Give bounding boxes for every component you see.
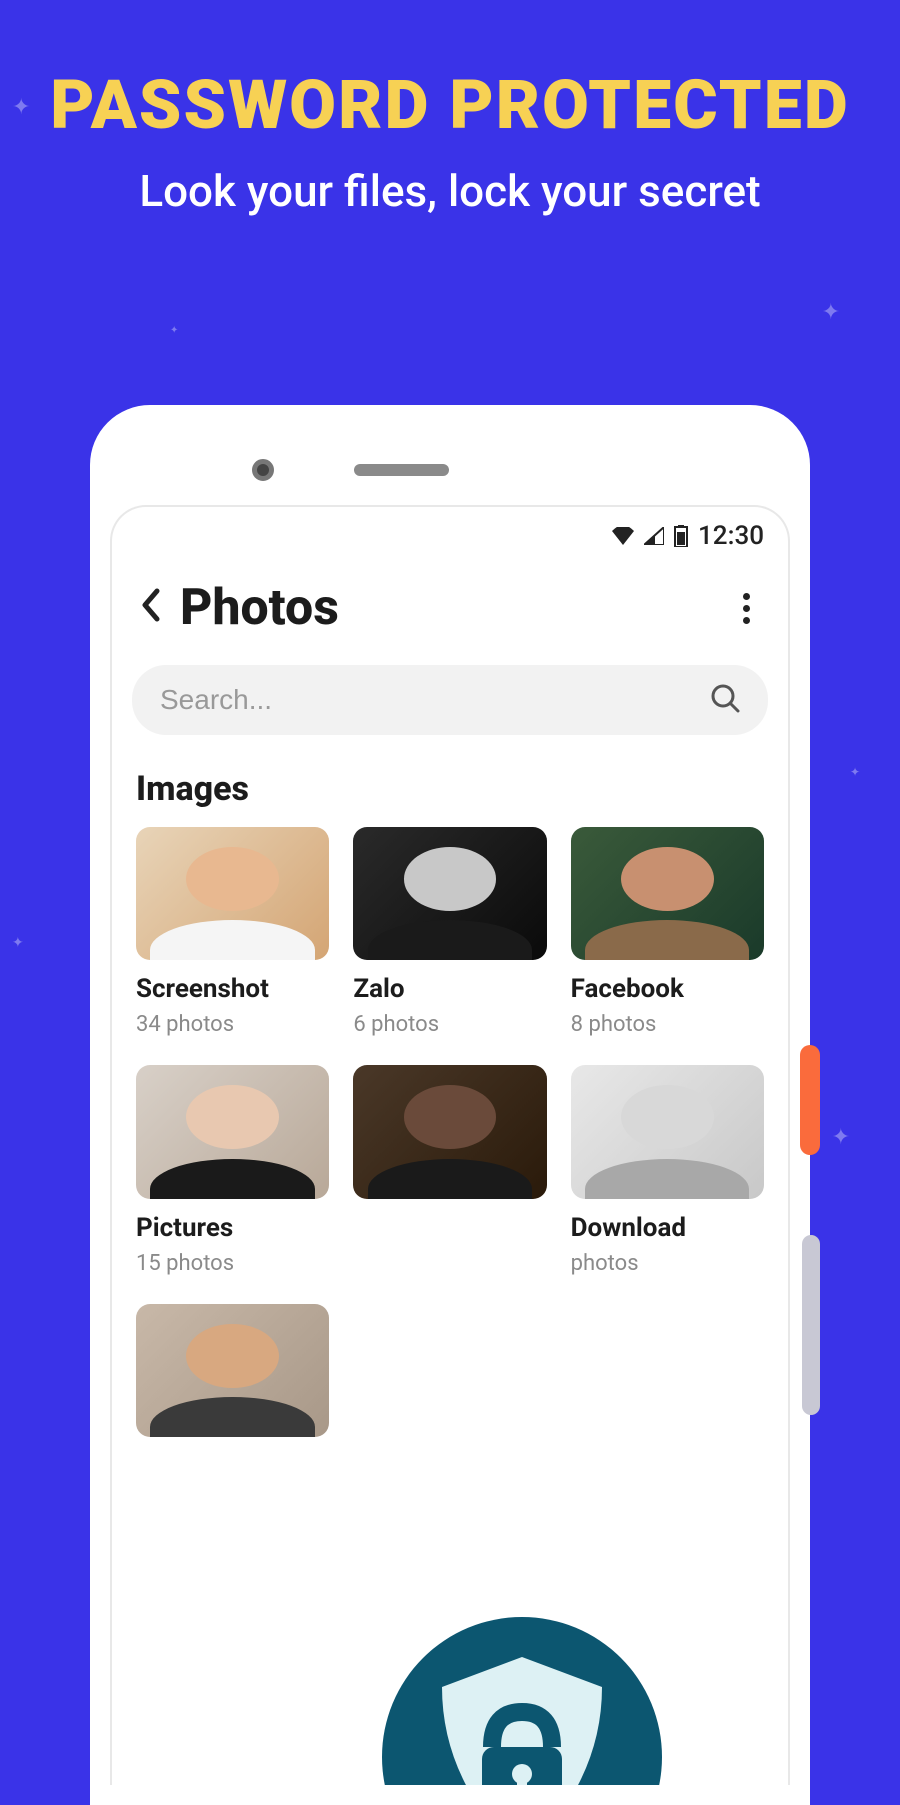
- album-item[interactable]: [353, 1065, 546, 1275]
- person-placeholder: [571, 827, 764, 960]
- album-count: 34 photos: [136, 1012, 329, 1037]
- person-placeholder: [136, 827, 329, 960]
- album-thumbnail: [353, 827, 546, 960]
- album-name: Pictures: [136, 1213, 329, 1243]
- album-item[interactable]: Pictures 15 photos: [136, 1065, 329, 1275]
- back-button[interactable]: [140, 585, 160, 632]
- sparkle-decoration: ✦: [822, 300, 840, 325]
- album-grid: Screenshot 34 photos Zalo 6 photos Faceb…: [112, 827, 788, 1437]
- sparkle-decoration: ✦: [850, 765, 860, 779]
- phone-hardware-top: [110, 445, 790, 495]
- album-thumbnail: [136, 827, 329, 960]
- phone-side-button: [802, 1235, 820, 1415]
- person-placeholder: [353, 827, 546, 960]
- album-name: Zalo: [353, 974, 546, 1004]
- album-thumbnail: [136, 1304, 329, 1437]
- album-thumbnail: [571, 1065, 764, 1198]
- signal-icon: [644, 527, 664, 545]
- chevron-left-icon: [140, 588, 160, 622]
- sparkle-decoration: ✦: [832, 1125, 850, 1150]
- section-title: Images: [112, 745, 788, 827]
- status-time: 12:30: [698, 521, 764, 551]
- phone-camera-dot: [252, 459, 274, 481]
- search-icon: [710, 683, 740, 717]
- status-bar: 12:30: [112, 507, 788, 559]
- sparkle-decoration: ✦: [170, 325, 178, 336]
- more-vertical-icon: [743, 593, 750, 600]
- more-options-button[interactable]: [733, 583, 760, 634]
- album-count: 6 photos: [353, 1012, 546, 1037]
- album-name: Facebook: [571, 974, 764, 1004]
- album-thumbnail: [136, 1065, 329, 1198]
- person-placeholder: [353, 1065, 546, 1198]
- person-placeholder: [571, 1065, 764, 1198]
- album-thumbnail: [571, 827, 764, 960]
- album-name: Screenshot: [136, 974, 329, 1004]
- person-placeholder: [136, 1065, 329, 1198]
- album-item[interactable]: Zalo 6 photos: [353, 827, 546, 1037]
- page-title: Photos: [180, 579, 733, 637]
- album-item[interactable]: [136, 1304, 329, 1437]
- album-thumbnail: [353, 1065, 546, 1198]
- search-input[interactable]: [160, 684, 710, 716]
- album-item[interactable]: Screenshot 34 photos: [136, 827, 329, 1037]
- phone-frame: 12:30 Photos Images: [90, 405, 810, 1805]
- promo-title: PASSWORD PROTECTED: [0, 65, 900, 145]
- battery-icon: [674, 525, 688, 547]
- album-count: 15 photos: [136, 1251, 329, 1276]
- sparkle-decoration: ✦: [12, 95, 30, 120]
- search-bar[interactable]: [132, 665, 768, 735]
- app-header: Photos: [112, 559, 788, 647]
- phone-screen: 12:30 Photos Images: [110, 505, 790, 1785]
- sparkle-decoration: ✦: [12, 935, 24, 951]
- wifi-icon: [612, 527, 634, 545]
- album-item[interactable]: Download photos: [571, 1065, 764, 1275]
- album-count: photos: [571, 1251, 764, 1276]
- person-placeholder: [136, 1304, 329, 1437]
- album-name: Download: [571, 1213, 764, 1243]
- phone-accent-decoration: [800, 1045, 820, 1155]
- shield-lock-icon: [427, 1652, 617, 1785]
- lock-shield-badge: [382, 1617, 662, 1785]
- album-count: 8 photos: [571, 1012, 764, 1037]
- album-item[interactable]: Facebook 8 photos: [571, 827, 764, 1037]
- phone-speaker: [354, 464, 449, 476]
- promo-subtitle: Look your files, lock your secret: [0, 165, 900, 217]
